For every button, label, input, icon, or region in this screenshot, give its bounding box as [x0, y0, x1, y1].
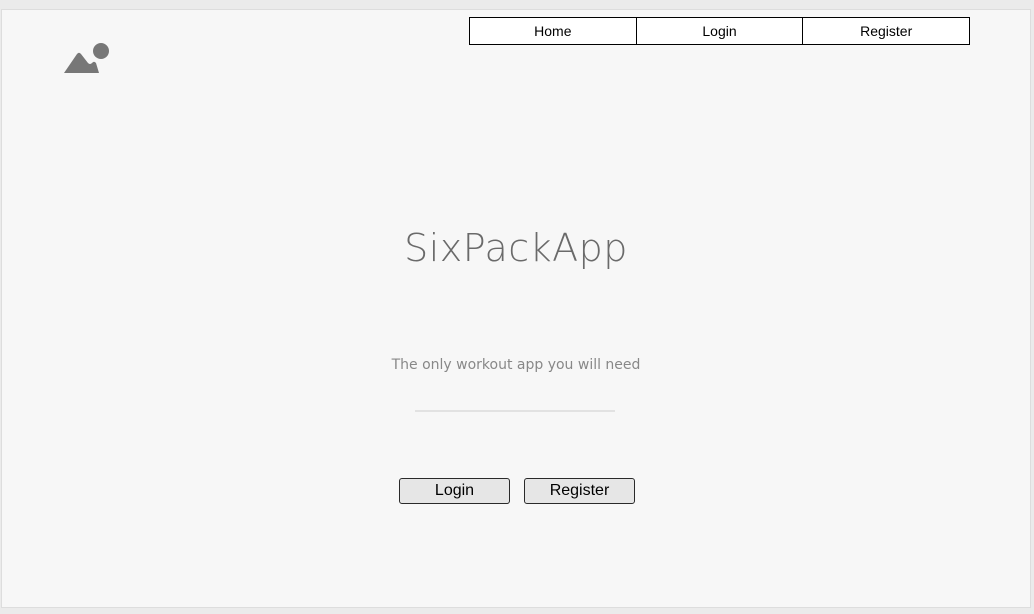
- app-tagline: The only workout app you will need: [391, 357, 641, 373]
- nav-login-link[interactable]: Login: [637, 18, 804, 44]
- divider: [415, 410, 615, 412]
- nav-home-link[interactable]: Home: [470, 18, 637, 44]
- app-title: SixPackApp: [404, 226, 628, 270]
- nav-register-link[interactable]: Register: [803, 18, 969, 44]
- register-button[interactable]: Register: [524, 478, 635, 504]
- image-placeholder-icon: [63, 34, 111, 76]
- login-button[interactable]: Login: [399, 478, 510, 504]
- top-nav: Home Login Register: [469, 17, 970, 45]
- page-frame: Home Login Register SixPackApp The only …: [1, 9, 1031, 608]
